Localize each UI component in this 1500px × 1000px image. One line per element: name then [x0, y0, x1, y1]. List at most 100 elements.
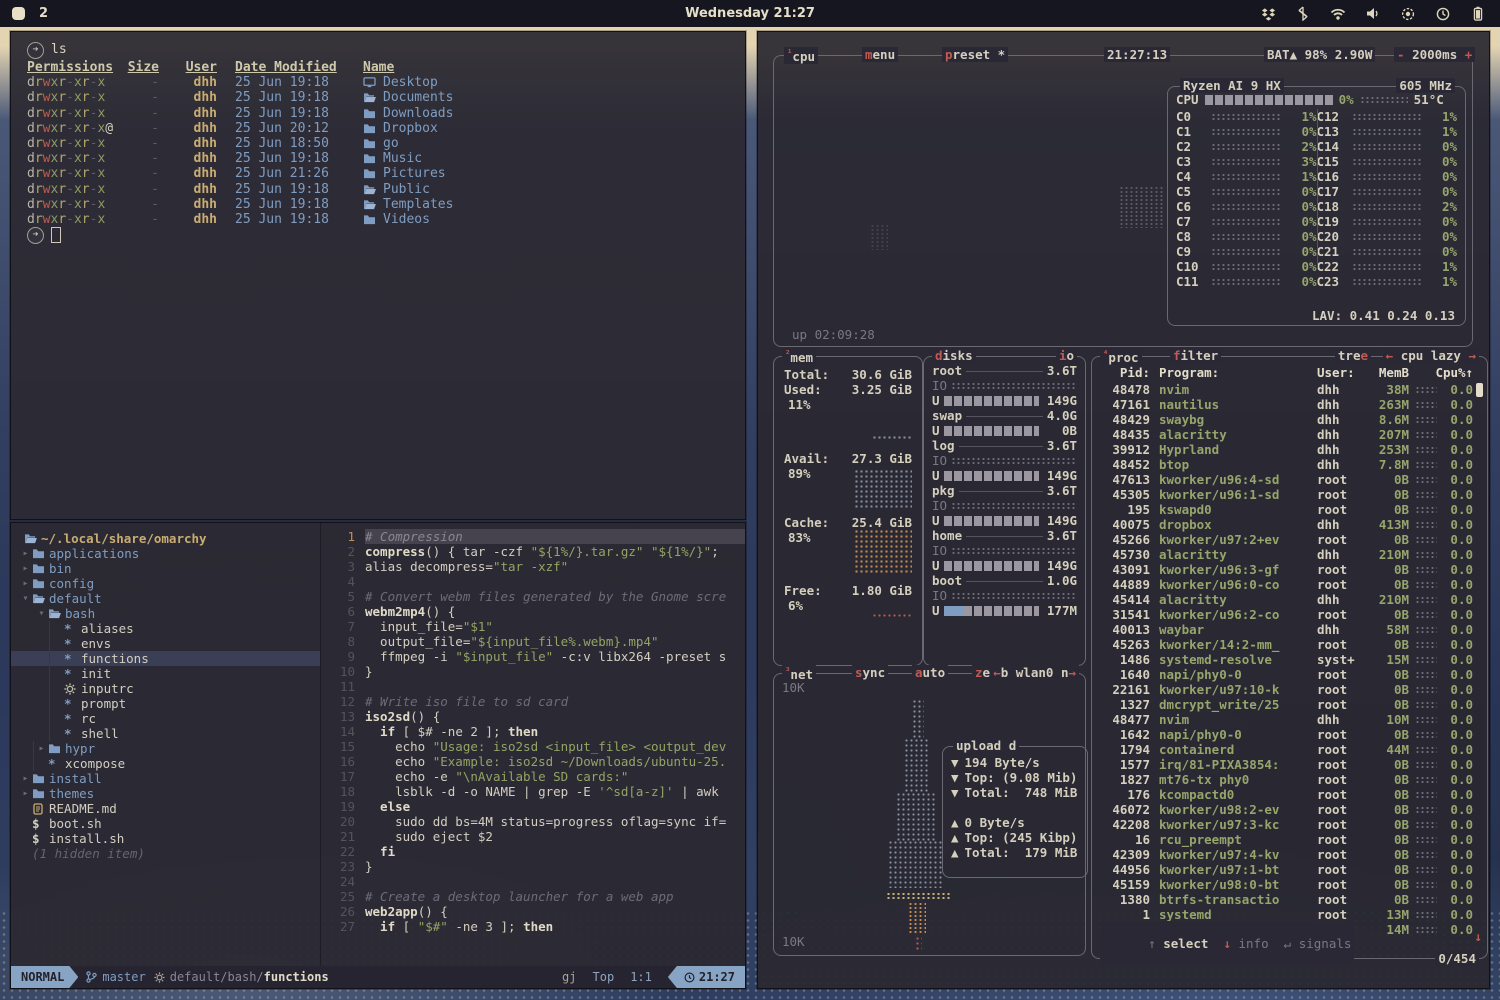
tree-item-readme-md[interactable]: README.md — [11, 801, 320, 816]
tab-mem[interactable]: ²mem — [782, 348, 816, 365]
process-row[interactable]: 1827mt76-tx phy0root0B0.0 — [1100, 772, 1473, 787]
process-row[interactable]: 48452btopdhh7.8M0.0 — [1100, 457, 1473, 472]
code-line[interactable]: 5# Convert webm files generated by the G… — [321, 589, 745, 604]
code-line[interactable]: 27 if [ "$#" -ne 3 ]; then — [321, 919, 745, 934]
process-row[interactable]: 48478nvimdhh38M0.0 — [1100, 382, 1473, 397]
proc-header-pid[interactable]: Pid: — [1100, 365, 1150, 381]
scrollbar-thumb[interactable] — [1476, 383, 1483, 397]
tree-item-bin[interactable]: ▸bin — [11, 561, 320, 576]
process-row[interactable]: 31541kworker/u96:2-coroot0B0.0 — [1100, 607, 1473, 622]
process-row[interactable]: 195kswapd0root0B0.0 — [1100, 502, 1473, 517]
tree-root[interactable]: ~/.local/share/omarchy — [11, 531, 320, 546]
tree-item-envs[interactable]: *envs — [11, 636, 320, 651]
process-row[interactable]: 16rcu_preemptroot0B0.0 — [1100, 832, 1473, 847]
process-row[interactable]: 44889kworker/u96:0-coroot0B0.0 — [1100, 577, 1473, 592]
tree-item-inputrc[interactable]: inputrc — [11, 681, 320, 696]
process-row[interactable]: 45263kworker/14:2-mm_root0B0.0 — [1100, 637, 1473, 652]
tree-button[interactable]: tree — [1335, 348, 1371, 363]
process-row[interactable]: 1380btrfs-transactioroot0B0.0 — [1100, 892, 1473, 907]
tree-item-applications[interactable]: ▸applications — [11, 546, 320, 561]
code-line[interactable]: 7 input_file="$1" — [321, 619, 745, 634]
process-row[interactable]: 1327dmcrypt_write/25root0B0.0 — [1100, 697, 1473, 712]
process-row[interactable]: 40075dropboxdhh413M0.0 — [1100, 517, 1473, 532]
code-panel[interactable]: 1# Compression2compress() { tar -czf "${… — [321, 523, 745, 974]
process-row[interactable]: 42309kworker/u97:4-kvroot0B0.0 — [1100, 847, 1473, 862]
process-row[interactable]: 43091kworker/u96:3-gfroot0B0.0 — [1100, 562, 1473, 577]
code-line[interactable]: 14 if [ $# -ne 2 ]; then — [321, 724, 745, 739]
tab-io[interactable]: io — [1056, 348, 1077, 363]
battery-icon[interactable] — [1470, 6, 1486, 22]
tree-item-prompt[interactable]: *prompt — [11, 696, 320, 711]
proc-header-user[interactable]: User: — [1317, 365, 1367, 381]
tree-item-default[interactable]: ▾default — [11, 591, 320, 606]
process-row[interactable]: 48477nvimdhh10M0.0 — [1100, 712, 1473, 727]
entry-name[interactable]: go — [383, 136, 399, 151]
process-row[interactable]: 44956kworker/u97:1-btroot0B0.0 — [1100, 862, 1473, 877]
code-line[interactable]: 1# Compression — [321, 529, 745, 544]
code-line[interactable]: 13iso2sd() { — [321, 709, 745, 724]
dropbox-icon[interactable] — [1260, 6, 1276, 22]
process-row[interactable]: 45159kworker/u98:0-btroot0B0.0 — [1100, 877, 1473, 892]
process-row[interactable]: 1577irq/81-PIXA3854:root0B0.0 — [1100, 757, 1473, 772]
tree-item-install-sh[interactable]: $install.sh — [11, 831, 320, 846]
entry-name[interactable]: Dropbox — [383, 121, 438, 136]
entry-name[interactable]: Templates — [383, 197, 453, 212]
process-row[interactable]: 47613kworker/u96:4-sdroot0B0.0 — [1100, 472, 1473, 487]
code-line[interactable]: 21 sudo eject $2 — [321, 829, 745, 844]
entry-name[interactable]: Videos — [383, 212, 430, 227]
code-line[interactable]: 2compress() { tar -czf "${1%/}.tar.gz" "… — [321, 544, 745, 559]
code-line[interactable]: 9 ffmpeg -i "$input_file" -c:v libx264 -… — [321, 649, 745, 664]
process-row[interactable]: 45730alacrittydhh210M0.0 — [1100, 547, 1473, 562]
code-line[interactable]: 4 — [321, 574, 745, 589]
process-row[interactable]: 40013waybardhh58M0.0 — [1100, 622, 1473, 637]
tree-item-shell[interactable]: *shell — [11, 726, 320, 741]
process-row[interactable]: 47161nautilusdhh263M0.0 — [1100, 397, 1473, 412]
tab-disks[interactable]: disks — [932, 348, 976, 363]
process-row[interactable]: 42208kworker/u97:3-kcroot0B0.0 — [1100, 817, 1473, 832]
entry-name[interactable]: Desktop — [383, 75, 438, 90]
code-line[interactable]: 8 output_file="${input_file%.webm}.mp4" — [321, 634, 745, 649]
tree-item-themes[interactable]: ▸themes — [11, 786, 320, 801]
code-line[interactable]: 15 echo "Usage: iso2sd <input_file> <out… — [321, 739, 745, 754]
code-line[interactable]: 6webm2mp4() { — [321, 604, 745, 619]
proc-header-program[interactable]: Program: — [1150, 365, 1317, 381]
net-auto-button[interactable]: auto — [912, 665, 948, 680]
tree-item-aliases[interactable]: *aliases — [11, 621, 320, 636]
code-line[interactable]: 11 — [321, 679, 745, 694]
net-interface[interactable]: ←b wlan0 n→ — [990, 665, 1079, 680]
process-row[interactable]: 1systemdroot13M0.0 — [1100, 907, 1473, 922]
tree-item-install[interactable]: ▸install — [11, 771, 320, 786]
bluetooth-icon[interactable] — [1295, 6, 1311, 22]
entry-name[interactable]: Pictures — [383, 166, 446, 181]
code-line[interactable]: 24 — [321, 874, 745, 889]
code-line[interactable]: 23} — [321, 859, 745, 874]
code-line[interactable]: 16 echo "Example: iso2sd ~/Downloads/ubu… — [321, 754, 745, 769]
process-row[interactable]: 46072kworker/u98:2-evroot0B0.0 — [1100, 802, 1473, 817]
code-line[interactable]: 12# Write iso file to sd card — [321, 694, 745, 709]
entry-name[interactable]: Music — [383, 151, 422, 166]
wifi-icon[interactable] — [1330, 6, 1346, 22]
code-line[interactable]: 10} — [321, 664, 745, 679]
process-row[interactable]: 45266kworker/u97:2+evroot0B0.0 — [1100, 532, 1473, 547]
process-row[interactable]: 1486systemd-resolvesyst+15M0.0 — [1100, 652, 1473, 667]
idle-inhibitor-icon[interactable] — [1435, 6, 1451, 22]
process-row[interactable]: 39912Hyprlanddhh253M0.0 — [1100, 442, 1473, 457]
process-row[interactable]: 176kcompactd0root0B0.0 — [1100, 787, 1473, 802]
process-row[interactable]: 1640napi/phy0-0root0B0.0 — [1100, 667, 1473, 682]
entry-name[interactable]: Public — [383, 182, 430, 197]
volume-icon[interactable] — [1365, 6, 1381, 22]
process-row[interactable]: 48429swaybgdhh8.6M0.0 — [1100, 412, 1473, 427]
sort-selector[interactable]: ← cpu lazy → — [1383, 348, 1479, 363]
record-icon[interactable] — [1400, 6, 1416, 22]
scroll-down-indicator[interactable]: ↓ — [1474, 929, 1482, 944]
process-row[interactable]: 1794containerdroot44M0.0 — [1100, 742, 1473, 757]
process-row[interactable]: 1642napi/phy0-0root0B0.0 — [1100, 727, 1473, 742]
code-line[interactable]: 3alias decompress="tar -xzf" — [321, 559, 745, 574]
tree-item-functions[interactable]: *functions — [11, 651, 320, 666]
workspace-number[interactable]: 2 — [39, 6, 48, 21]
tab-cpu[interactable]: ¹cpu — [784, 47, 818, 64]
net-sync-button[interactable]: sync — [852, 665, 888, 680]
entry-name[interactable]: Downloads — [383, 106, 453, 121]
entry-name[interactable]: Documents — [383, 90, 453, 105]
process-row[interactable]: 22161kworker/u97:10-kroot0B0.0 — [1100, 682, 1473, 697]
